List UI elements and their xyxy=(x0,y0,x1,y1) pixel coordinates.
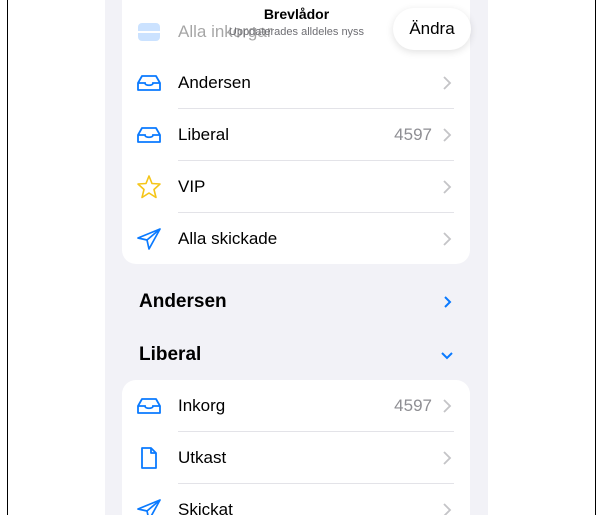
chevron-right-icon xyxy=(443,399,452,413)
chevron-right-icon xyxy=(443,451,452,465)
unread-count: 4597 xyxy=(394,125,432,144)
paperplane-icon xyxy=(135,225,163,253)
mailbox-row-utkast[interactable]: Utkast xyxy=(122,432,470,484)
section-title: Andersen xyxy=(139,291,227,312)
inbox-tray-icon xyxy=(135,121,163,149)
mailbox-label: Alla skickade xyxy=(178,229,278,248)
paperplane-icon xyxy=(135,496,163,515)
mail-app: Alla inkorgar Andersen Liberal 4597 VIP … xyxy=(105,0,488,515)
section-title: Liberal xyxy=(139,344,202,365)
star-icon xyxy=(135,173,163,201)
liberal-mailboxes-card: Inkorg 4597 Utkast Skickat xyxy=(122,380,470,515)
mailbox-label: Inkorg xyxy=(178,396,226,415)
mailbox-label: Andersen xyxy=(178,73,251,92)
mailbox-row-liberal[interactable]: Liberal 4597 xyxy=(122,109,470,161)
chevron-right-icon xyxy=(444,296,452,308)
chevron-right-icon xyxy=(443,76,452,90)
navigation-header: Brevlådor Uppdaterades alldeles nyss Änd… xyxy=(105,0,488,56)
mailbox-row-andersen[interactable]: Andersen xyxy=(122,57,470,109)
section-header-liberal[interactable]: Liberal xyxy=(122,338,470,372)
screenshot-frame: Alla inkorgar Andersen Liberal 4597 VIP … xyxy=(7,0,596,515)
mailbox-label: Liberal xyxy=(178,125,230,144)
document-icon xyxy=(135,444,163,472)
chevron-down-icon xyxy=(441,352,453,360)
mailbox-label: Skickat xyxy=(178,500,233,515)
unread-count: 4597 xyxy=(394,396,432,415)
chevron-right-icon xyxy=(443,180,452,194)
mailbox-label: VIP xyxy=(178,177,206,196)
mailbox-label: Utkast xyxy=(178,448,227,467)
chevron-right-icon xyxy=(443,232,452,246)
mailbox-row-all-sent[interactable]: Alla skickade xyxy=(122,213,470,264)
chevron-right-icon xyxy=(443,503,452,515)
mailbox-row-vip[interactable]: VIP xyxy=(122,161,470,213)
edit-button[interactable]: Ändra xyxy=(393,8,471,50)
chevron-right-icon xyxy=(443,128,452,142)
inbox-tray-icon xyxy=(135,69,163,97)
inbox-tray-icon xyxy=(135,392,163,420)
mailbox-row-inkorg[interactable]: Inkorg 4597 xyxy=(122,380,470,432)
mailbox-row-skickat[interactable]: Skickat xyxy=(122,484,470,515)
section-header-andersen[interactable]: Andersen xyxy=(122,285,470,319)
